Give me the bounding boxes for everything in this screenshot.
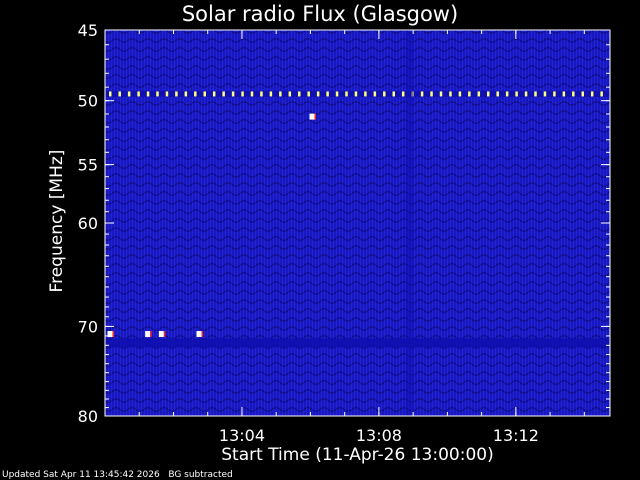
narrowband-line-dot: [505, 91, 509, 97]
narrowband-line-dot: [590, 91, 594, 97]
narrowband-line-dot: [127, 91, 131, 97]
narrowband-line-dot: [364, 91, 367, 97]
narrowband-line-dot: [477, 91, 481, 97]
bright-dot-edge: [314, 113, 316, 120]
bright-dot: [145, 331, 151, 338]
narrowband-line-dot: [241, 91, 244, 97]
narrowband-line-dot: [288, 91, 292, 97]
footer-note: BG subtracted: [168, 470, 233, 480]
footer-status: Updated Sat Apr 11 13:45:42 2026 BG subt…: [2, 470, 233, 480]
spectrogram-noise-texture: [105, 30, 610, 416]
narrowband-line-dot: [231, 91, 235, 97]
narrowband-line-dot: [260, 91, 263, 97]
x-axis-label: Start Time (11-Apr-26 13:00:00): [221, 445, 494, 465]
narrowband-line-dot: [137, 91, 140, 97]
narrowband-line-dot: [203, 91, 206, 97]
spectrogram-figure: 13:04 13:08 13:12 455055607080: [78, 21, 611, 445]
bright-dot: [196, 331, 202, 338]
narrowband-line-dot: [269, 91, 273, 97]
narrowband-line-dot: [109, 91, 112, 97]
chart-title: Solar radio Flux (Glasgow): [181, 2, 459, 26]
y-tick-label: 60: [78, 214, 98, 233]
bright-dot: [158, 331, 164, 338]
narrowband-line-dot: [572, 91, 575, 97]
narrowband-line-dot: [354, 91, 358, 97]
narrowband-line-dot: [581, 91, 584, 97]
dark-band: [105, 338, 610, 348]
narrowband-line-dot: [515, 91, 518, 97]
x-tick-label: 13:08: [356, 426, 402, 445]
spectrogram-plot-area: [105, 30, 610, 416]
narrowband-line-dot: [184, 91, 188, 97]
narrowband-line-dot: [439, 91, 443, 97]
bright-dot-edge: [150, 331, 152, 338]
bright-dot-edge: [163, 331, 166, 338]
narrowband-line-dot: [118, 91, 121, 97]
narrowband-line-dot: [458, 91, 462, 97]
narrowband-line-dot: [487, 91, 490, 97]
narrowband-line-dot: [600, 91, 603, 97]
narrowband-line-dot: [449, 91, 452, 97]
y-tick-label: 70: [78, 317, 98, 336]
narrowband-line-dot: [316, 91, 320, 97]
narrowband-line-dot: [194, 91, 197, 97]
bright-dot: [309, 113, 315, 120]
narrowband-line-dot: [543, 91, 547, 97]
bright-dot-edge: [112, 331, 114, 338]
narrowband-line-dot: [468, 91, 471, 97]
narrowband-line-dot: [524, 91, 528, 97]
narrowband-line-dot: [553, 91, 556, 97]
narrowband-line-dot: [562, 91, 566, 97]
narrowband-line-dot: [175, 91, 178, 97]
footer-updated: Updated Sat Apr 11 13:45:42 2026: [2, 470, 160, 480]
y-tick-label: 80: [78, 407, 98, 426]
vertical-stripe: [405, 30, 414, 416]
y-tick-label: 55: [78, 156, 98, 175]
narrowband-line-dot: [534, 91, 537, 97]
narrowband-line-dot: [307, 91, 310, 97]
narrowband-line-dot: [430, 91, 433, 97]
narrowband-line-dot: [212, 91, 216, 97]
x-tick-label: 13:04: [219, 426, 265, 445]
narrowband-line-dot: [298, 91, 301, 97]
narrowband-line-dot: [279, 91, 282, 97]
narrowband-line-dot: [345, 91, 348, 97]
narrowband-line-dot: [165, 91, 169, 97]
narrowband-line-dot: [420, 91, 424, 97]
narrowband-line-dot: [250, 91, 254, 97]
narrowband-line-dot: [496, 91, 499, 97]
y-axis-label: Frequency [MHz]: [47, 149, 67, 293]
y-tick-label: 50: [78, 92, 98, 111]
narrowband-line-dot: [373, 91, 377, 97]
x-tick-label: 13:12: [493, 426, 539, 445]
narrowband-line-dot: [156, 91, 159, 97]
narrowband-line-dot: [383, 91, 386, 97]
bright-dot-edge: [201, 331, 204, 338]
narrowband-line-dot: [392, 91, 395, 97]
narrowband-line-dot: [222, 91, 225, 97]
narrowband-line-dot: [335, 91, 339, 97]
narrowband-line-dot: [326, 91, 329, 97]
narrowband-line-dot: [401, 91, 405, 97]
narrowband-line-dot: [146, 91, 150, 97]
